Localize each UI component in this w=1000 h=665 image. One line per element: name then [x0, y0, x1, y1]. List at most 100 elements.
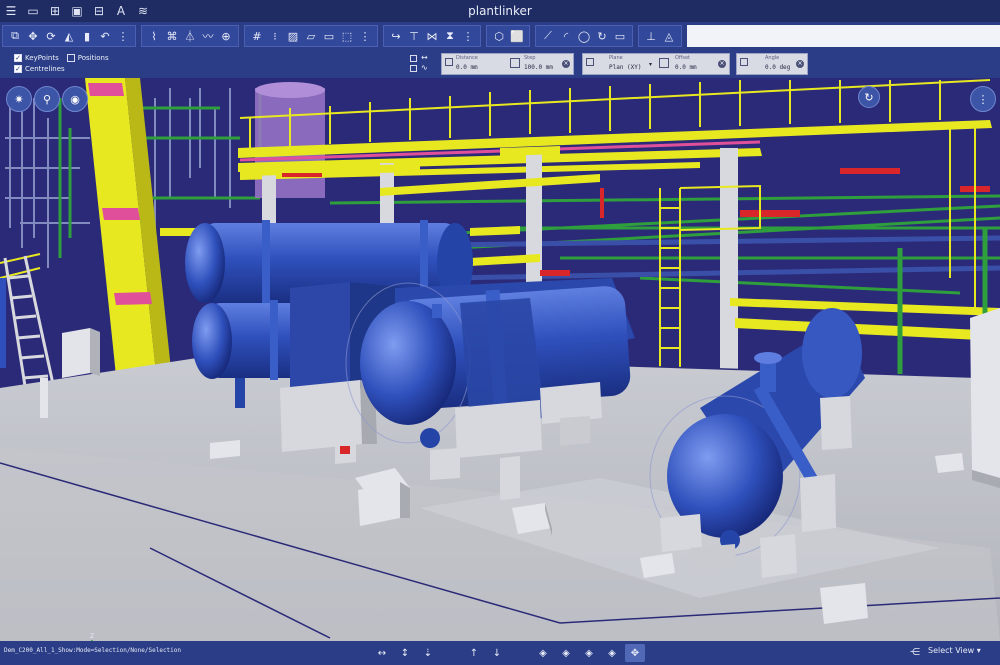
distance-label: Distance — [456, 55, 478, 61]
constraint-checkbox-1[interactable] — [410, 55, 417, 62]
angle-field[interactable]: Angle 0.0 deg × — [736, 53, 808, 75]
pan-up-icon[interactable]: ↕ — [395, 644, 415, 662]
distance-value[interactable]: 0.0 mm — [456, 64, 478, 71]
view-box-icon[interactable]: ⬜ — [509, 27, 525, 45]
light-icon[interactable]: ✷ — [6, 86, 32, 112]
curve-icon: ∿ — [421, 63, 428, 72]
keypoints-label: KeyPoints — [25, 54, 59, 62]
move-right-icon[interactable]: ◈ — [579, 644, 599, 662]
branch-icon[interactable]: ⌘ — [164, 27, 180, 45]
move-down-icon[interactable]: ◈ — [602, 644, 622, 662]
hatch-icon[interactable]: ▨ — [285, 27, 301, 45]
rotate-icon[interactable]: ⟳ — [43, 27, 59, 45]
positions-checkbox[interactable]: Positions — [66, 54, 109, 62]
box-icon[interactable]: ▭ — [321, 27, 337, 45]
more-icon[interactable]: ⋮ — [115, 27, 131, 45]
plane-value[interactable]: Plan (XY) — [609, 64, 642, 71]
step-label: Step — [524, 55, 536, 61]
point-snap-icon[interactable]: ⁝ — [267, 27, 283, 45]
polyline-icon[interactable]: 〰 — [200, 27, 216, 45]
menu-icon[interactable]: ☰ — [0, 0, 22, 22]
reducer-icon[interactable]: ⋈ — [424, 27, 440, 45]
target-icon[interactable]: ⊕ — [218, 27, 234, 45]
text-icon[interactable]: A — [110, 0, 132, 22]
grid-icon[interactable]: ⊟ — [88, 0, 110, 22]
database-icon[interactable]: ≋ — [132, 0, 154, 22]
cube-icon[interactable]: ⬚ — [339, 27, 355, 45]
clear-icon[interactable]: × — [718, 60, 726, 68]
measure-icon[interactable]: ⊥ — [643, 27, 659, 45]
undo-icon[interactable]: ↶ — [97, 27, 113, 45]
keypoints-check-icon: ✓ — [14, 53, 22, 62]
view-3d-icon[interactable]: ⬡ — [491, 27, 507, 45]
plane-field[interactable]: Plane Plan (XY) ▾ Offset 0.0 mm × — [582, 53, 730, 75]
surface-icon[interactable]: ▱ — [303, 27, 319, 45]
offset-value[interactable]: 0.0 mm — [675, 64, 697, 71]
snap-toolbar-group: # ⁝ ▨ ▱ ▭ ⬚ ⋮ — [244, 25, 378, 47]
valve-icon[interactable]: ⧗ — [442, 27, 458, 45]
circle-icon[interactable]: ◯ — [576, 27, 592, 45]
view-toolbar-group: ⬡ ⬜ — [486, 25, 530, 47]
move-left-icon[interactable]: ◈ — [533, 644, 553, 662]
toolbar-spacer — [687, 25, 1000, 47]
arrow-up-icon[interactable]: ↑ — [464, 644, 484, 662]
arc-icon[interactable]: ◜ — [558, 27, 574, 45]
delete-icon[interactable]: ▮ — [79, 27, 95, 45]
plant-model-render — [0, 78, 1000, 641]
3d-viewport[interactable]: ✷ ⚲ ◉ ↻ ⋮ W Z Y X — [0, 78, 1000, 641]
tee-icon[interactable]: ⊤ — [406, 27, 422, 45]
positions-label: Positions — [77, 54, 109, 62]
edit-toolbar-group: ⧉ ✥ ⟳ ◭ ▮ ↶ ⋮ — [2, 25, 136, 47]
distance-field[interactable]: Distance 0.0 mm Step 100.0 mm × — [441, 53, 574, 75]
positions-check-icon — [66, 54, 75, 62]
copy-icon[interactable]: ⧉ — [7, 27, 23, 45]
plane-label: Plane — [609, 55, 623, 61]
centrelines-check-icon: ✓ — [14, 64, 22, 73]
clear-icon[interactable]: × — [562, 60, 570, 68]
pipe-toolbar-group: ↪ ⊤ ⋈ ⧗ ⋮ — [383, 25, 481, 47]
plane-dropdown-icon[interactable]: ▾ — [649, 61, 652, 68]
geometry-toolbar-group: ⟋ ◜ ◯ ↻ ▭ — [535, 25, 633, 47]
share-icon[interactable]: ⋲ — [908, 645, 922, 659]
measure-toolbar-group: ⊥ ◬ — [638, 25, 682, 47]
save-icon[interactable]: ▣ — [66, 0, 88, 22]
angle-icon — [740, 58, 748, 66]
pan-left-right-icon[interactable]: ↔ — [372, 644, 392, 662]
route-icon[interactable]: ⌇ — [146, 27, 162, 45]
orbit-icon[interactable]: ↻ — [858, 86, 880, 108]
dimension-icon[interactable]: ◬ — [661, 27, 677, 45]
rotate-view-icon[interactable]: ↻ — [594, 27, 610, 45]
move-up-icon[interactable]: ◈ — [556, 644, 576, 662]
mirror-icon[interactable]: ◭ — [61, 27, 77, 45]
select-view-dropdown[interactable]: Select View ▾ — [928, 646, 981, 655]
move-all-icon[interactable]: ✥ — [625, 644, 645, 662]
axis-z-label: Z — [90, 633, 94, 640]
hierarchy-icon[interactable]: ⊞ — [44, 0, 66, 22]
more-options-icon[interactable]: ⋮ — [970, 86, 996, 112]
more-icon[interactable]: ⋮ — [460, 27, 476, 45]
pin-icon[interactable]: ⚲ — [34, 86, 60, 112]
elbow-icon[interactable]: ↪ — [388, 27, 404, 45]
more-icon[interactable]: ⋮ — [357, 27, 373, 45]
offset-label: Offset — [675, 55, 691, 61]
status-bar: Dem_C200_All_1_Show:Mode=Selection/None/… — [0, 641, 1000, 665]
visibility-icon[interactable]: ◉ — [62, 86, 88, 112]
network-icon[interactable]: ⏃ — [182, 27, 198, 45]
rect-icon[interactable]: ▭ — [612, 27, 628, 45]
document-icon[interactable]: ▭ — [22, 0, 44, 22]
distance-icon — [445, 58, 453, 66]
arrow-down-icon[interactable]: ↓ — [487, 644, 507, 662]
step-value[interactable]: 100.0 mm — [524, 64, 553, 71]
constraint-toggles: ↔ ∿ — [410, 53, 434, 74]
clear-icon[interactable]: × — [796, 60, 804, 68]
spacer-icon — [441, 644, 461, 662]
offset-icon — [659, 58, 669, 68]
keypoints-checkbox[interactable]: ✓ KeyPoints — [14, 54, 59, 62]
move-icon[interactable]: ✥ — [25, 27, 41, 45]
pan-down-icon[interactable]: ⇣ — [418, 644, 438, 662]
constraint-checkbox-2[interactable] — [410, 65, 417, 72]
line-icon[interactable]: ⟋ — [540, 27, 556, 45]
centrelines-checkbox[interactable]: ✓ Centrelines — [14, 65, 65, 73]
grid-snap-icon[interactable]: # — [249, 27, 265, 45]
angle-value[interactable]: 0.0 deg — [765, 64, 790, 71]
